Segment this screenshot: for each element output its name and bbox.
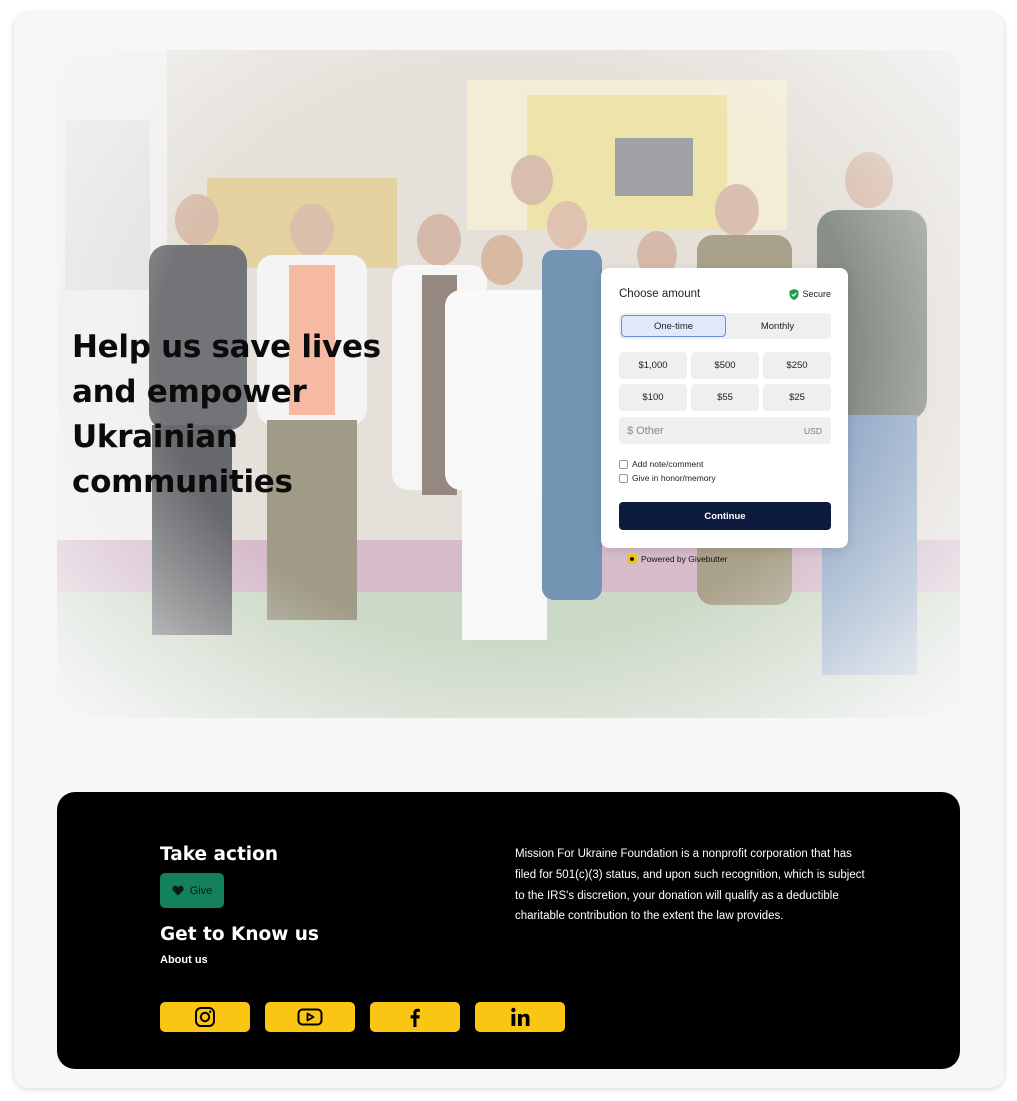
add-note-checkbox[interactable]: Add note/comment bbox=[619, 457, 716, 471]
hero-section: Help us save lives and empower Ukrainian… bbox=[57, 50, 960, 718]
hero-title: Help us save lives and empower Ukrainian… bbox=[72, 329, 381, 500]
add-note-label: Add note/comment bbox=[632, 459, 704, 469]
powered-by[interactable]: Powered by Givebutter bbox=[627, 554, 727, 564]
amount-button[interactable]: $25 bbox=[763, 384, 831, 411]
mission-statement: Mission For Ukraine Foundation is a nonp… bbox=[515, 848, 865, 923]
currency-label: USD bbox=[804, 425, 822, 436]
other-amount-field: USD bbox=[619, 417, 831, 444]
instagram-button[interactable] bbox=[160, 1002, 250, 1032]
donation-widget: Choose amount Secure One-time Monthly $1… bbox=[601, 268, 848, 548]
one-time-tab[interactable]: One-time bbox=[621, 315, 726, 337]
frequency-toggle: One-time Monthly bbox=[619, 313, 831, 339]
widget-header: Choose amount Secure bbox=[619, 286, 831, 302]
youtube-button[interactable] bbox=[265, 1002, 355, 1032]
page-frame: Help us save lives and empower Ukrainian… bbox=[14, 13, 1004, 1088]
instagram-icon bbox=[195, 1007, 215, 1027]
monthly-tab[interactable]: Monthly bbox=[726, 315, 829, 337]
checkbox[interactable] bbox=[619, 473, 628, 483]
amount-grid: $1,000 $500 $250 $100 $55 $25 bbox=[619, 352, 831, 411]
honor-memory-label: Give in honor/memory bbox=[632, 473, 716, 483]
secure-label: Secure bbox=[802, 289, 831, 299]
social-links bbox=[160, 1002, 565, 1032]
get-to-know-heading: Get to Know us bbox=[160, 924, 319, 945]
amount-button[interactable]: $1,000 bbox=[619, 352, 687, 379]
secure-badge: Secure bbox=[789, 288, 831, 300]
honor-memory-checkbox[interactable]: Give in honor/memory bbox=[619, 471, 716, 485]
about-us-link[interactable]: About us bbox=[160, 954, 208, 966]
give-button[interactable]: Give bbox=[160, 873, 224, 908]
take-action-heading: Take action bbox=[160, 844, 279, 865]
checkbox[interactable] bbox=[619, 459, 628, 469]
shield-check-icon bbox=[789, 288, 799, 300]
donation-options: Add note/comment Give in honor/memory bbox=[619, 457, 716, 485]
heart-icon bbox=[172, 885, 184, 896]
amount-button[interactable]: $500 bbox=[691, 352, 759, 379]
linkedin-button[interactable] bbox=[475, 1002, 565, 1032]
youtube-icon bbox=[297, 1008, 323, 1026]
powered-by-label: Powered by Givebutter bbox=[641, 554, 728, 564]
givebutter-icon bbox=[627, 554, 637, 564]
footer: Take action Give Get to Know us About us… bbox=[57, 792, 960, 1069]
facebook-icon bbox=[410, 1008, 420, 1027]
facebook-button[interactable] bbox=[370, 1002, 460, 1032]
amount-button[interactable]: $100 bbox=[619, 384, 687, 411]
amount-button[interactable]: $250 bbox=[763, 352, 831, 379]
give-label: Give bbox=[189, 884, 213, 897]
choose-amount-title: Choose amount bbox=[619, 288, 701, 300]
linkedin-icon bbox=[511, 1007, 530, 1026]
continue-button[interactable]: Continue bbox=[619, 502, 831, 530]
other-amount-input[interactable] bbox=[627, 424, 747, 437]
amount-button[interactable]: $55 bbox=[691, 384, 759, 411]
